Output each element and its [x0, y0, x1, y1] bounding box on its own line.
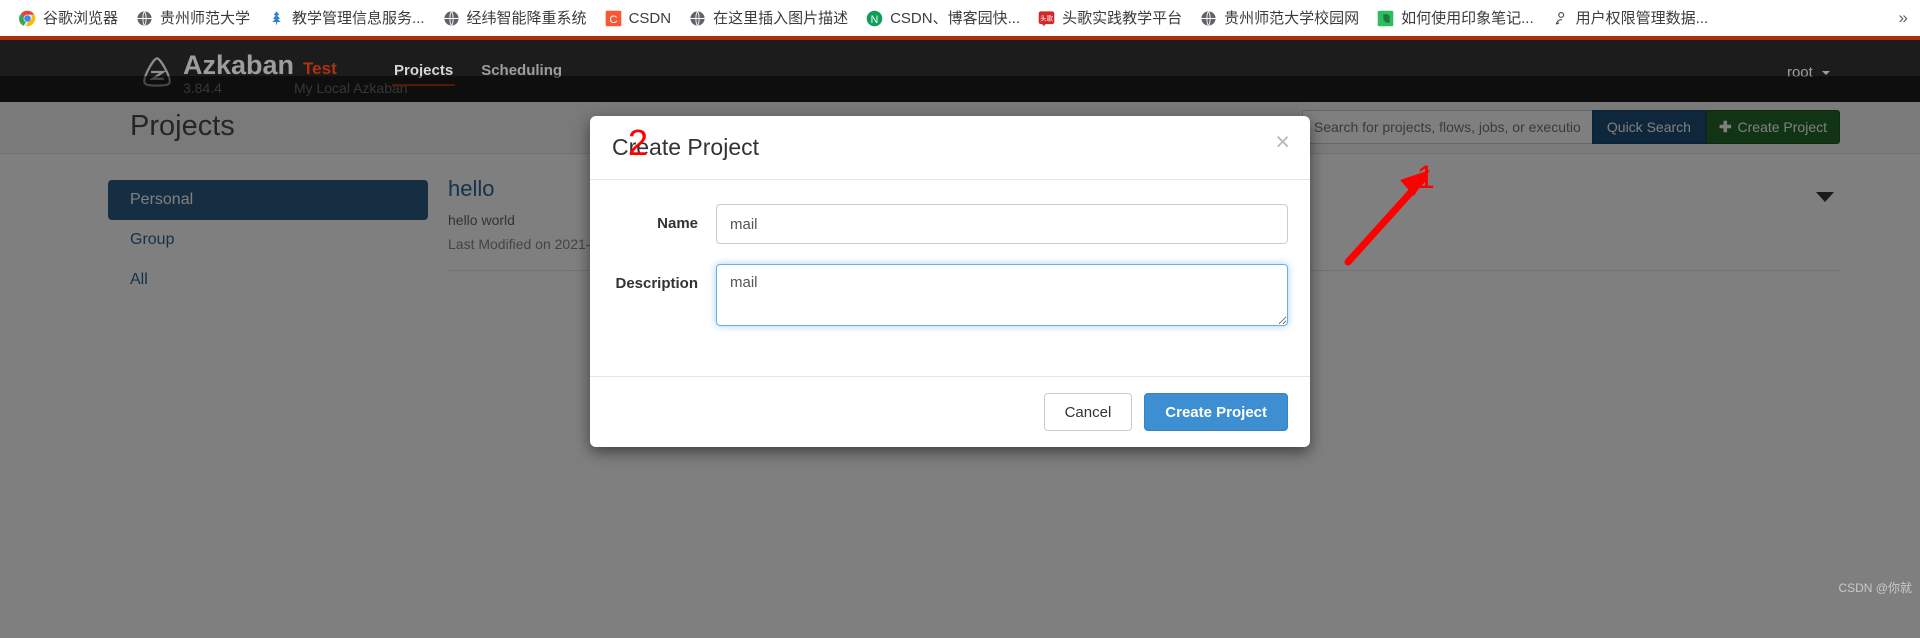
bookmark-label: 如何使用印象笔记...	[1401, 10, 1534, 27]
evernote-icon	[1377, 10, 1394, 27]
bookmark-item-4[interactable]: C CSDN	[596, 7, 681, 30]
bookmark-item-3[interactable]: 经纬智能降重系统	[434, 7, 596, 30]
modal-footer: Cancel Create Project	[590, 376, 1310, 447]
bookmark-label: CSDN	[629, 10, 672, 27]
create-project-modal: Create Project × Name Description Cancel…	[590, 116, 1310, 447]
csdn-icon: C	[605, 10, 622, 27]
bookmark-item-10[interactable]: 用户权限管理数据...	[1543, 7, 1718, 30]
bookmark-label: CSDN、博客园快...	[890, 10, 1020, 27]
bookmark-label: 在这里插入图片描述	[713, 10, 848, 27]
browser-bookmark-bar: 谷歌浏览器 贵州师范大学 教学管理信息服务... 经纬智能降重系统 C CSDN	[0, 0, 1920, 36]
chrome-icon	[19, 10, 36, 27]
bookmark-overflow-button[interactable]: »	[1899, 8, 1908, 28]
project-description-input[interactable]	[716, 264, 1288, 326]
touge-icon: 头歌	[1038, 10, 1055, 27]
bookmark-item-6[interactable]: N CSDN、博客园快...	[857, 7, 1029, 30]
globe-icon	[443, 10, 460, 27]
csdn-watermark: CSDN @你就	[1838, 579, 1912, 596]
person-icon	[1552, 10, 1569, 27]
bookmark-label: 用户权限管理数据...	[1576, 10, 1709, 27]
globe-icon	[1200, 10, 1217, 27]
bookmark-label: 教学管理信息服务...	[292, 10, 425, 27]
svg-text:N: N	[871, 13, 879, 25]
modal-body: Name Description	[590, 180, 1310, 376]
bookmark-label: 头歌实践教学平台	[1062, 10, 1182, 27]
modal-title: Create Project	[612, 134, 1288, 161]
bookmark-item-5[interactable]: 在这里插入图片描述	[680, 7, 857, 30]
bookmark-item-7[interactable]: 头歌 头歌实践教学平台	[1029, 7, 1191, 30]
bookmark-item-2[interactable]: 教学管理信息服务...	[259, 7, 434, 30]
bookmark-label: 贵州师范大学	[160, 10, 250, 27]
project-name-input[interactable]	[716, 204, 1288, 244]
globe-icon	[689, 10, 706, 27]
name-field-label: Name	[612, 204, 716, 232]
bookmark-item-8[interactable]: 贵州师范大学校园网	[1191, 7, 1368, 30]
form-row-name: Name	[612, 204, 1288, 244]
close-icon[interactable]: ×	[1275, 130, 1290, 155]
bookmark-item-0[interactable]: 谷歌浏览器	[10, 7, 127, 30]
n-green-icon: N	[866, 10, 883, 27]
bookmark-item-9[interactable]: 如何使用印象笔记...	[1368, 7, 1543, 30]
bookmark-label: 谷歌浏览器	[43, 10, 118, 27]
bookmark-item-1[interactable]: 贵州师范大学	[127, 7, 259, 30]
form-row-description: Description	[612, 264, 1288, 326]
globe-icon	[136, 10, 153, 27]
svg-text:C: C	[609, 13, 617, 25]
azkaban-page: Azkaban Test 3.84.4 My Local Azkaban Pro…	[0, 36, 1920, 602]
bookmark-label: 经纬智能降重系统	[467, 10, 587, 27]
cancel-button[interactable]: Cancel	[1044, 393, 1133, 431]
svg-text:头歌: 头歌	[1040, 13, 1053, 22]
annotation-marker-two: 2	[628, 122, 648, 164]
chevron-down-icon	[1822, 71, 1830, 75]
submit-create-project-button[interactable]: Create Project	[1144, 393, 1288, 431]
description-field-label: Description	[612, 264, 716, 292]
blue-bird-icon	[268, 10, 285, 27]
brand-env-label: Test	[303, 60, 337, 77]
brand-name: Azkaban	[183, 52, 294, 79]
arrow-up-right-icon	[1330, 166, 1460, 266]
modal-header: Create Project ×	[590, 116, 1310, 180]
bookmark-label: 贵州师范大学校园网	[1224, 10, 1359, 27]
